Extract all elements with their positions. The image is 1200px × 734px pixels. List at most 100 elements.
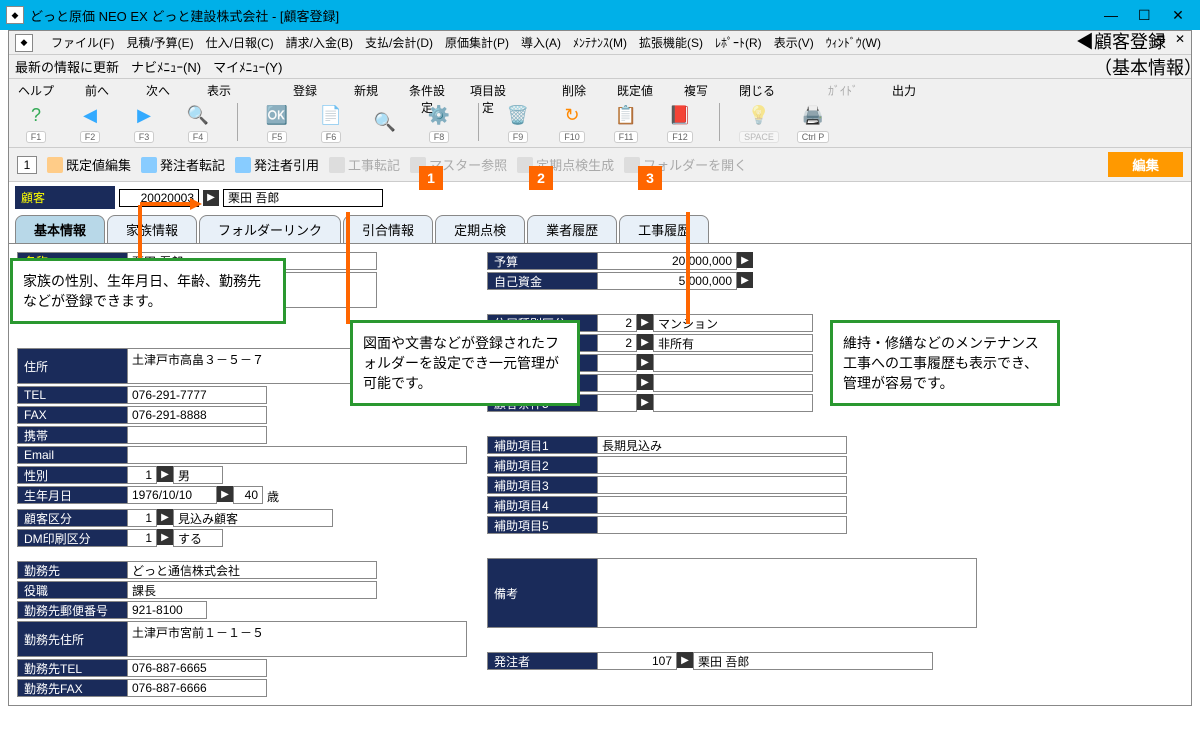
submenu-my[interactable]: マイﾒﾆｭｰ(Y) xyxy=(213,57,282,76)
register-button[interactable]: 🆗F5 xyxy=(256,101,298,143)
cond5-lookup[interactable]: ▶ xyxy=(637,394,653,410)
cond4-lookup[interactable]: ▶ xyxy=(637,374,653,390)
trash-icon: 🗑️ xyxy=(504,101,532,129)
util-contractor[interactable]: 発注者転記 xyxy=(141,155,225,174)
tab-family[interactable]: 家族情報 xyxy=(107,215,197,243)
submenu-refresh[interactable]: 最新の情報に更新 xyxy=(15,57,119,76)
dob-calendar[interactable]: ▶ xyxy=(217,486,233,502)
tb-label-item: 項目設定 xyxy=(467,82,509,97)
menu-window[interactable]: ｳｨﾝﾄﾞｳ(W) xyxy=(826,34,881,51)
close-button[interactable]: ✕ xyxy=(1172,7,1184,24)
menu-estimate[interactable]: 見積/予算(E) xyxy=(126,34,193,51)
notes-field[interactable] xyxy=(597,558,977,628)
workaddr-field[interactable]: 土津戸市宮前１－１－５ xyxy=(127,621,467,657)
item-button[interactable]: ⚙️F8 xyxy=(418,101,460,143)
land-code[interactable]: 2 xyxy=(597,334,637,352)
worktel-label: 勤務先TEL xyxy=(17,659,127,677)
output-button[interactable]: 🖨️Ctrl P xyxy=(792,101,834,143)
budget-field[interactable]: 20,000,000 xyxy=(597,252,737,270)
cond-button[interactable]: 🔍 xyxy=(364,108,406,136)
default-button[interactable]: ↻F10 xyxy=(551,101,593,143)
menu-extension[interactable]: 拡張機能(S) xyxy=(639,34,703,51)
tab-inspection[interactable]: 定期点検 xyxy=(435,215,525,243)
edit-button[interactable]: 編集 xyxy=(1108,152,1183,177)
menu-cost[interactable]: 原価集計(P) xyxy=(445,34,509,51)
dwelltype-lookup[interactable]: ▶ xyxy=(637,314,653,330)
new-button[interactable]: 📄F6 xyxy=(310,101,352,143)
orderer-code[interactable]: 107 xyxy=(597,652,677,670)
email-field[interactable] xyxy=(127,446,467,464)
custtype-code[interactable]: 1 xyxy=(127,509,157,527)
tab-vendor[interactable]: 業者履歴 xyxy=(527,215,617,243)
util-constrans[interactable]: 工事転記 xyxy=(329,155,400,174)
menu-payment[interactable]: 支払/会計(D) xyxy=(365,34,433,51)
menu-file[interactable]: ファイル(F) xyxy=(51,34,114,51)
util-defedit[interactable]: 既定値編集 xyxy=(47,155,131,174)
gender-label: 性別 xyxy=(17,466,127,484)
menu-purchase[interactable]: 仕入/日報(C) xyxy=(206,34,274,51)
arrow-head-family xyxy=(190,198,202,210)
gender-lookup[interactable]: ▶ xyxy=(157,466,173,482)
aux5-field[interactable] xyxy=(597,516,847,534)
workfax-field[interactable]: 076-887-6666 xyxy=(127,679,267,697)
tab-construction[interactable]: 工事履歴 xyxy=(619,215,709,243)
minimize-button[interactable]: — xyxy=(1104,7,1116,24)
cond5-code[interactable] xyxy=(597,394,637,412)
menu-maintenance[interactable]: ﾒﾝﾃﾅﾝｽ(M) xyxy=(573,34,627,51)
cond3-lookup[interactable]: ▶ xyxy=(637,354,653,370)
workzip-field[interactable]: 921-8100 xyxy=(127,601,207,619)
cond4-code[interactable] xyxy=(597,374,637,392)
dm-code[interactable]: 1 xyxy=(127,529,157,547)
fax-field[interactable]: 076-291-8888 xyxy=(127,406,267,424)
aux5-label: 補助項目5 xyxy=(487,516,597,534)
orderer-lookup[interactable]: ▶ xyxy=(677,652,693,668)
customer-lookup[interactable]: ▶ xyxy=(203,190,219,206)
maximize-button[interactable]: ☐ xyxy=(1138,7,1150,24)
cond3-code[interactable] xyxy=(597,354,637,372)
dm-val: する xyxy=(173,529,223,547)
util-contractorref[interactable]: 発注者引用 xyxy=(235,155,319,174)
tab-contact[interactable]: 引合情報 xyxy=(343,215,433,243)
tab-basic[interactable]: 基本情報 xyxy=(15,215,105,243)
role-field[interactable]: 課長 xyxy=(127,581,377,599)
tab-folder[interactable]: フォルダーリンク xyxy=(199,215,341,243)
guide-button[interactable]: 💡SPACE xyxy=(738,101,780,143)
reset-icon: ↻ xyxy=(558,101,586,129)
submenu-navi[interactable]: ナビﾒﾆｭｰ(N) xyxy=(131,57,201,76)
gender-code[interactable]: 1 xyxy=(127,466,157,484)
budget-btn[interactable]: ▶ xyxy=(737,252,753,268)
copy-button[interactable]: 📋F11 xyxy=(605,101,647,143)
display-button[interactable]: 🔍F4 xyxy=(177,101,219,143)
next-button[interactable]: ▶F3 xyxy=(123,101,165,143)
aux3-label: 補助項目3 xyxy=(487,476,597,494)
custtype-lookup[interactable]: ▶ xyxy=(157,509,173,525)
land-lookup[interactable]: ▶ xyxy=(637,334,653,350)
self-label: 自己資金 xyxy=(487,272,597,290)
self-field[interactable]: 5,000,000 xyxy=(597,272,737,290)
menu-view[interactable]: 表示(V) xyxy=(774,34,814,51)
aux4-field[interactable] xyxy=(597,496,847,514)
mobile-field[interactable] xyxy=(127,426,267,444)
aux2-field[interactable] xyxy=(597,456,847,474)
self-btn[interactable]: ▶ xyxy=(737,272,753,288)
dm-lookup[interactable]: ▶ xyxy=(157,529,173,545)
dwelltype-code[interactable]: 2 xyxy=(597,314,637,332)
line-family-v xyxy=(138,205,142,260)
prev-button[interactable]: ◀F2 xyxy=(69,101,111,143)
workzip-label: 勤務先郵便番号 xyxy=(17,601,127,619)
aux1-field[interactable]: 長期見込み xyxy=(597,436,847,454)
age-field: 40 xyxy=(233,486,263,504)
customer-name[interactable]: 栗田 吾郎 xyxy=(223,189,383,207)
worktel-field[interactable]: 076-887-6665 xyxy=(127,659,267,677)
util-no: 1 xyxy=(17,156,37,174)
workplace-field[interactable]: どっと通信株式会社 xyxy=(127,561,377,579)
delete-button[interactable]: 🗑️F9 xyxy=(497,101,539,143)
menu-report[interactable]: ﾚﾎﾟｰﾄ(R) xyxy=(715,34,762,51)
tel-field[interactable]: 076-291-7777 xyxy=(127,386,267,404)
menu-intro[interactable]: 導入(A) xyxy=(521,34,561,51)
help-button[interactable]: ?F1 xyxy=(15,101,57,143)
aux3-field[interactable] xyxy=(597,476,847,494)
menu-billing[interactable]: 請求/入金(B) xyxy=(286,34,353,51)
dob-field[interactable]: 1976/10/10 xyxy=(127,486,217,504)
close-toolbtn[interactable]: 📕F12 xyxy=(659,101,701,143)
